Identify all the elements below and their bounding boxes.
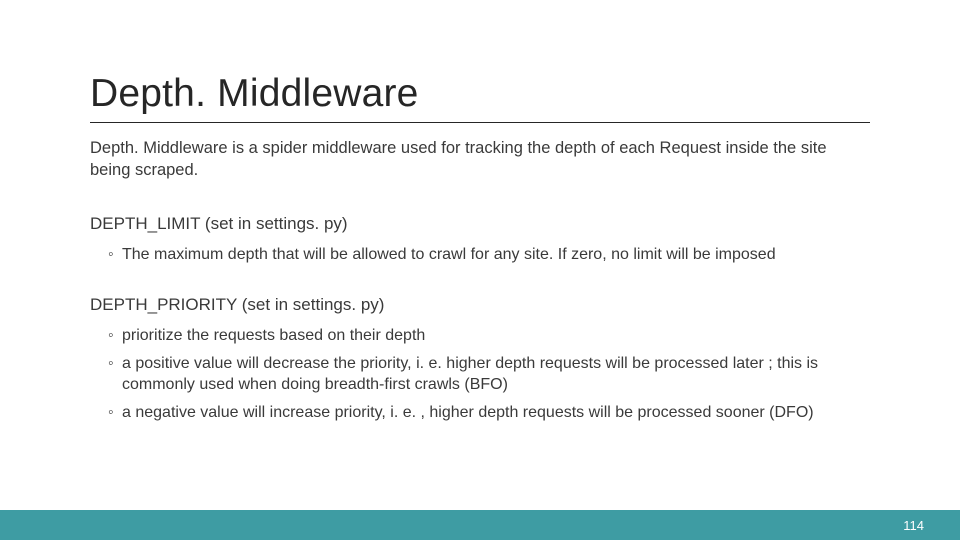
bullet-list-depth-limit: The maximum depth that will be allowed t…: [90, 244, 870, 266]
list-item: prioritize the requests based on their d…: [108, 325, 870, 347]
section-heading-depth-priority: DEPTH_PRIORITY (set in settings. py): [90, 295, 870, 315]
list-item: a positive value will decrease the prior…: [108, 353, 870, 396]
footer-bar: 114: [0, 510, 960, 540]
slide: Depth. Middleware Depth. Middleware is a…: [0, 0, 960, 540]
section-heading-depth-limit: DEPTH_LIMIT (set in settings. py): [90, 214, 870, 234]
intro-paragraph: Depth. Middleware is a spider middleware…: [90, 137, 870, 182]
title-underline: [90, 122, 870, 123]
list-item: The maximum depth that will be allowed t…: [108, 244, 870, 266]
page-number: 114: [903, 518, 924, 533]
bullet-list-depth-priority: prioritize the requests based on their d…: [90, 325, 870, 423]
content-area: Depth. Middleware Depth. Middleware is a…: [90, 72, 870, 454]
list-item: a negative value will increase priority,…: [108, 402, 870, 424]
page-title: Depth. Middleware: [90, 72, 870, 116]
